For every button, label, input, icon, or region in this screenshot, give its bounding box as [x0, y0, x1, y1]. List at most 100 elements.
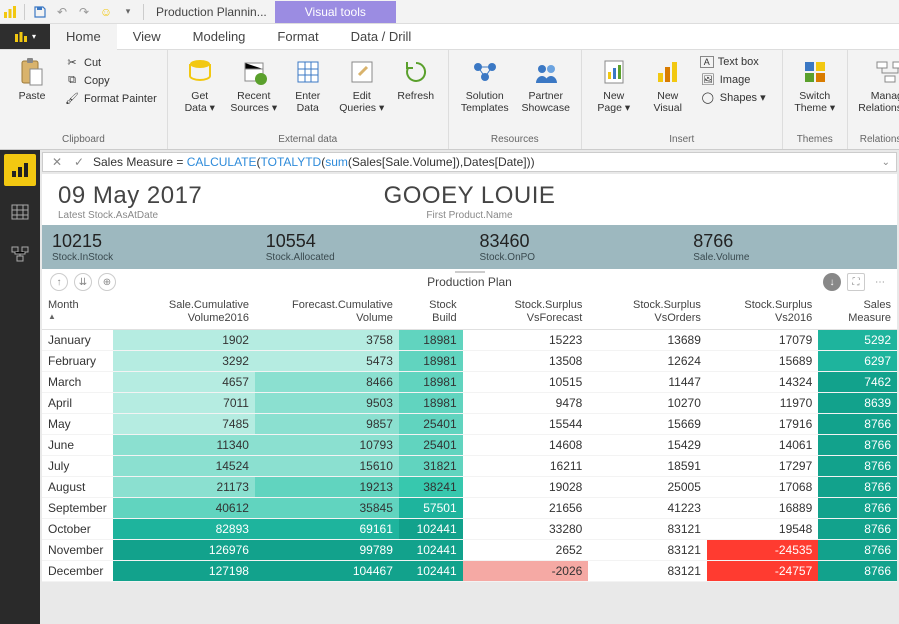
table-row[interactable]: June1134010793254011460815429140618766 — [42, 435, 897, 456]
table-row[interactable]: May74859857254011554415669179168766 — [42, 414, 897, 435]
data-cell: 18981 — [399, 330, 463, 351]
more-options-icon[interactable]: ⋯ — [871, 273, 889, 291]
tab-data-drill[interactable]: Data / Drill — [335, 24, 428, 49]
report-view-icon[interactable] — [4, 154, 36, 186]
data-cell: 11447 — [588, 372, 707, 393]
group-external-data: Get Data ▾ Recent Sources ▾ Enter Data E… — [168, 50, 449, 149]
text-box-button[interactable]: AText box — [696, 54, 776, 70]
tab-view[interactable]: View — [117, 24, 177, 49]
data-cell: 3758 — [255, 330, 399, 351]
shapes-button[interactable]: ◯Shapes ▾ — [696, 89, 776, 106]
data-view-icon[interactable] — [4, 196, 36, 228]
kpi-onpo[interactable]: 83460Stock.OnPO — [470, 225, 684, 269]
data-cell: 7485 — [113, 414, 255, 435]
data-cell: 14061 — [707, 435, 818, 456]
get-data-button[interactable]: Get Data ▾ — [174, 54, 226, 116]
formula-expand-icon[interactable]: ⌄ — [882, 157, 890, 168]
new-visual-button[interactable]: New Visual — [642, 54, 694, 116]
table-row[interactable]: January19023758189811522313689170795292 — [42, 330, 897, 351]
table-row[interactable]: April7011950318981947810270119708639 — [42, 393, 897, 414]
export-icon[interactable]: ↓ — [823, 273, 841, 291]
data-cell: 8639 — [818, 393, 897, 414]
edit-queries-button[interactable]: Edit Queries ▾ — [336, 54, 388, 116]
column-header[interactable]: Stock.Surplus VsForecast — [463, 295, 589, 330]
column-header[interactable]: Sale.Cumulative Volume2016 — [113, 295, 255, 330]
save-icon[interactable] — [29, 1, 51, 23]
kpi-salevolume[interactable]: 8766Sale.Volume — [683, 225, 897, 269]
data-cell: 10793 — [255, 435, 399, 456]
partner-showcase-button[interactable]: Partner Showcase — [517, 54, 575, 116]
group-resources: Solution Templates Partner Showcase Reso… — [449, 50, 582, 149]
table-row[interactable]: August2117319213382411902825005170688766 — [42, 477, 897, 498]
column-header[interactable]: Stock Build — [399, 295, 463, 330]
formula-commit-icon[interactable]: ✓ — [71, 155, 87, 169]
enter-data-button[interactable]: Enter Data — [282, 54, 334, 116]
switch-theme-button[interactable]: Switch Theme ▾ — [789, 54, 841, 116]
tab-home[interactable]: Home — [50, 24, 117, 50]
formula-text[interactable]: Sales Measure = CALCULATE(TOTALYTD(sum(S… — [93, 155, 876, 169]
table-row[interactable]: September4061235845575012165641223168898… — [42, 498, 897, 519]
formula-cancel-icon[interactable]: ✕ — [49, 155, 65, 169]
refresh-button[interactable]: Refresh — [390, 54, 442, 104]
recent-sources-button[interactable]: Recent Sources ▾ — [228, 54, 280, 116]
data-cell: 41223 — [588, 498, 707, 519]
qat-dropdown-icon[interactable]: ▾ — [117, 1, 139, 23]
data-cell: 15689 — [707, 351, 818, 372]
paste-icon — [16, 56, 48, 88]
month-cell: October — [42, 519, 113, 540]
column-header[interactable]: Forecast.Cumulative Volume — [255, 295, 399, 330]
paste-button[interactable]: Paste — [6, 54, 58, 104]
data-cell: 104467 — [255, 561, 399, 582]
data-cell: 13689 — [588, 330, 707, 351]
month-cell: August — [42, 477, 113, 498]
data-cell: 15669 — [588, 414, 707, 435]
column-header[interactable]: Month▲ — [42, 295, 113, 330]
tab-format[interactable]: Format — [261, 24, 334, 49]
model-view-icon[interactable] — [4, 238, 36, 270]
table-row[interactable]: March46578466189811051511447143247462 — [42, 372, 897, 393]
kpi-instock[interactable]: 10215Stock.InStock — [42, 225, 256, 269]
table-row[interactable]: October828936916110244133280831211954887… — [42, 519, 897, 540]
kpi-allocated[interactable]: 10554Stock.Allocated — [256, 225, 470, 269]
table-row[interactable]: December127198104467102441-202683121-247… — [42, 561, 897, 582]
data-cell: 15429 — [588, 435, 707, 456]
drill-up-icon[interactable]: ↑ — [50, 273, 68, 291]
focus-mode-icon[interactable]: ⛶ — [847, 273, 865, 291]
tab-modeling[interactable]: Modeling — [177, 24, 262, 49]
redo-icon[interactable]: ↷ — [73, 1, 95, 23]
solution-templates-button[interactable]: Solution Templates — [455, 54, 515, 116]
cut-button[interactable]: ✂Cut — [60, 54, 161, 71]
image-button[interactable]: 🖼Image — [696, 71, 776, 88]
new-page-button[interactable]: New Page ▾ — [588, 54, 640, 116]
data-cell: 82893 — [113, 519, 255, 540]
manage-relationships-icon — [874, 56, 899, 88]
table-row[interactable]: July1452415610318211621118591172978766 — [42, 456, 897, 477]
drill-down-icon[interactable]: ⇊ — [74, 273, 92, 291]
column-header[interactable]: Stock.Surplus VsOrders — [588, 295, 707, 330]
smiley-icon[interactable]: ☺ — [95, 1, 117, 23]
data-cell: 40612 — [113, 498, 255, 519]
data-cell: -24535 — [707, 540, 818, 561]
data-cell: 9478 — [463, 393, 589, 414]
data-cell: 8766 — [818, 519, 897, 540]
data-cell: 9503 — [255, 393, 399, 414]
manage-relationships-button[interactable]: Manage Relationships — [854, 54, 899, 116]
data-cell: 8766 — [818, 435, 897, 456]
formula-bar[interactable]: ✕ ✓ Sales Measure = CALCULATE(TOTALYTD(s… — [42, 152, 897, 172]
table-row[interactable]: November12697699789102441265283121-24535… — [42, 540, 897, 561]
copy-button[interactable]: ⧉Copy — [60, 72, 161, 89]
column-header[interactable]: Stock.Surplus Vs2016 — [707, 295, 818, 330]
table-row[interactable]: February32925473189811350812624156896297 — [42, 351, 897, 372]
data-cell: 18981 — [399, 351, 463, 372]
data-cell: 16889 — [707, 498, 818, 519]
column-header[interactable]: Sales Measure — [818, 295, 897, 330]
format-painter-button[interactable]: 🖌Format Painter — [60, 90, 161, 107]
data-cell: 14608 — [463, 435, 589, 456]
data-cell: 57501 — [399, 498, 463, 519]
cut-icon: ✂ — [64, 56, 80, 69]
production-plan-table[interactable]: Month▲Sale.Cumulative Volume2016Forecast… — [42, 295, 897, 582]
expand-all-icon[interactable]: ⊕ — [98, 273, 116, 291]
file-tab[interactable]: ▾ — [0, 24, 50, 49]
undo-icon[interactable]: ↶ — [51, 1, 73, 23]
group-relationships: Manage Relationships Relationships — [848, 50, 899, 149]
